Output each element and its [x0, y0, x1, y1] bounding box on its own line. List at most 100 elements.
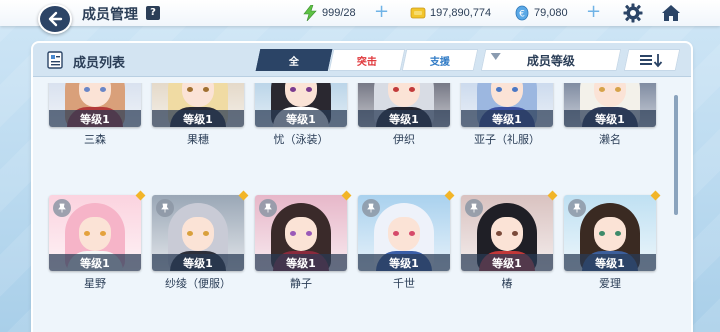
- character-eye: [84, 231, 90, 236]
- credits-value: 197,890,774: [430, 7, 492, 19]
- tab-all[interactable]: 全: [255, 49, 333, 71]
- back-button[interactable]: [38, 4, 72, 34]
- pyroxene-add-button[interactable]: +: [586, 3, 601, 21]
- type-filter-tabs: 全 突击 支援: [255, 49, 479, 71]
- member-card[interactable]: 等级1 伊织: [358, 83, 450, 146]
- member-portrait: 等级1: [152, 195, 244, 271]
- help-button[interactable]: ?: [146, 6, 160, 20]
- top-bar: 成员管理 ? 999/28 + 197,890,774 € 79,080 +: [0, 0, 720, 26]
- member-name: 三森: [84, 133, 106, 146]
- member-level: 等级1: [564, 110, 656, 127]
- member-name: 爱理: [599, 277, 621, 290]
- credits-counter: 197,890,774: [410, 4, 491, 22]
- grid-scrollbar[interactable]: [674, 95, 678, 215]
- member-card[interactable]: 等级1 静子: [255, 190, 352, 290]
- member-card[interactable]: 等级1 忧（泳装）: [255, 83, 347, 146]
- character-eye: [290, 87, 296, 92]
- character-eye: [496, 87, 502, 92]
- pyroxene-value: 79,080: [534, 7, 568, 19]
- character-eye: [615, 87, 621, 92]
- member-card[interactable]: 等级1 星野: [49, 190, 146, 290]
- credit-coin-icon: [410, 5, 426, 21]
- member-level: 等级1: [49, 254, 141, 271]
- tab-striker[interactable]: 突击: [328, 49, 406, 71]
- pin-icon[interactable]: [568, 199, 586, 217]
- tab-all-label: 全: [289, 56, 299, 68]
- member-name: 伊织: [393, 133, 415, 146]
- character-eye: [599, 87, 605, 92]
- member-card[interactable]: 等级1 三森: [49, 83, 141, 146]
- character-eye: [599, 231, 605, 236]
- ap-counter: 999/28: [302, 4, 356, 22]
- ap-bolt-icon: [302, 5, 318, 21]
- character-eye: [100, 87, 106, 92]
- member-list-icon: [45, 50, 65, 70]
- member-portrait: 等级1: [255, 195, 347, 271]
- character-eye: [512, 231, 518, 236]
- member-portrait: 等级1: [152, 83, 244, 127]
- member-name: 椿: [501, 277, 513, 290]
- sort-order-button[interactable]: [623, 49, 681, 71]
- pin-icon[interactable]: [362, 199, 380, 217]
- tab-striker-label: 突击: [357, 56, 377, 68]
- member-card[interactable]: 等级1 千世: [358, 190, 455, 290]
- member-card[interactable]: 等级1 果穗: [152, 83, 244, 146]
- character-eye: [306, 87, 312, 92]
- member-card[interactable]: 等级1 椿: [461, 190, 558, 290]
- pin-icon[interactable]: [465, 199, 483, 217]
- member-card[interactable]: 等级1 亚子（礼服）: [461, 83, 553, 146]
- member-level: 等级1: [152, 110, 244, 127]
- panel-title: 成员列表: [73, 56, 126, 71]
- member-card[interactable]: 等级1 爱理: [564, 190, 661, 290]
- member-name: 果穗: [187, 133, 209, 146]
- svg-text:€: €: [519, 10, 525, 20]
- member-card[interactable]: 等级1 纱绫（便服）: [152, 190, 249, 290]
- panel-header: 成员列表 全 突击 支援 成员等级: [33, 43, 691, 77]
- dropdown-triangle-icon: [490, 53, 501, 60]
- sort-criteria-dropdown[interactable]: 成员等级: [480, 49, 622, 71]
- member-grid: 等级1 三森 等级1 果穗 等级1 忧（泳装） 等级1 伊织 等级1 亚子（礼服） 等级1 濑名 等级…: [41, 83, 671, 332]
- member-portrait: 等级1: [564, 195, 656, 271]
- tab-special-label: 支援: [430, 56, 450, 68]
- member-portrait: 等级1: [49, 195, 141, 271]
- character-eye: [290, 231, 296, 236]
- settings-gear-icon[interactable]: [622, 3, 644, 23]
- character-eye: [409, 87, 415, 92]
- character-eye: [512, 87, 518, 92]
- character-eye: [306, 231, 312, 236]
- back-arrow-icon: [48, 11, 63, 27]
- member-level: 等级1: [461, 254, 553, 271]
- member-card[interactable]: 等级1 濑名: [564, 83, 656, 146]
- pin-icon[interactable]: [156, 199, 174, 217]
- character-eye: [84, 87, 90, 92]
- member-name: 亚子（礼服）: [474, 133, 540, 146]
- member-level: 等级1: [358, 110, 450, 127]
- sort-descending-icon: [640, 54, 663, 68]
- ap-add-button[interactable]: +: [374, 3, 389, 21]
- member-portrait: 等级1: [255, 83, 347, 127]
- character-eye: [409, 231, 415, 236]
- member-name: 濑名: [599, 133, 621, 146]
- character-eye: [615, 231, 621, 236]
- member-level: 等级1: [358, 254, 450, 271]
- member-level: 等级1: [152, 254, 244, 271]
- pin-icon[interactable]: [53, 199, 71, 217]
- character-eye: [393, 87, 399, 92]
- tab-special[interactable]: 支援: [401, 49, 479, 71]
- ap-value: 999/28: [322, 7, 356, 19]
- member-portrait: 等级1: [358, 195, 450, 271]
- member-name: 星野: [84, 277, 106, 290]
- member-portrait: 等级1: [49, 83, 141, 127]
- character-eye: [187, 231, 193, 236]
- member-level: 等级1: [255, 254, 347, 271]
- member-name: 千世: [393, 277, 415, 290]
- character-eye: [187, 87, 193, 92]
- member-portrait: 等级1: [461, 195, 553, 271]
- member-portrait: 等级1: [461, 83, 553, 127]
- page-title: 成员管理: [82, 7, 138, 23]
- member-name: 纱绫（便服）: [165, 277, 231, 290]
- pin-icon[interactable]: [259, 199, 277, 217]
- home-icon[interactable]: [660, 3, 682, 23]
- member-level: 等级1: [49, 110, 141, 127]
- sort-criteria-label: 成员等级: [526, 53, 575, 68]
